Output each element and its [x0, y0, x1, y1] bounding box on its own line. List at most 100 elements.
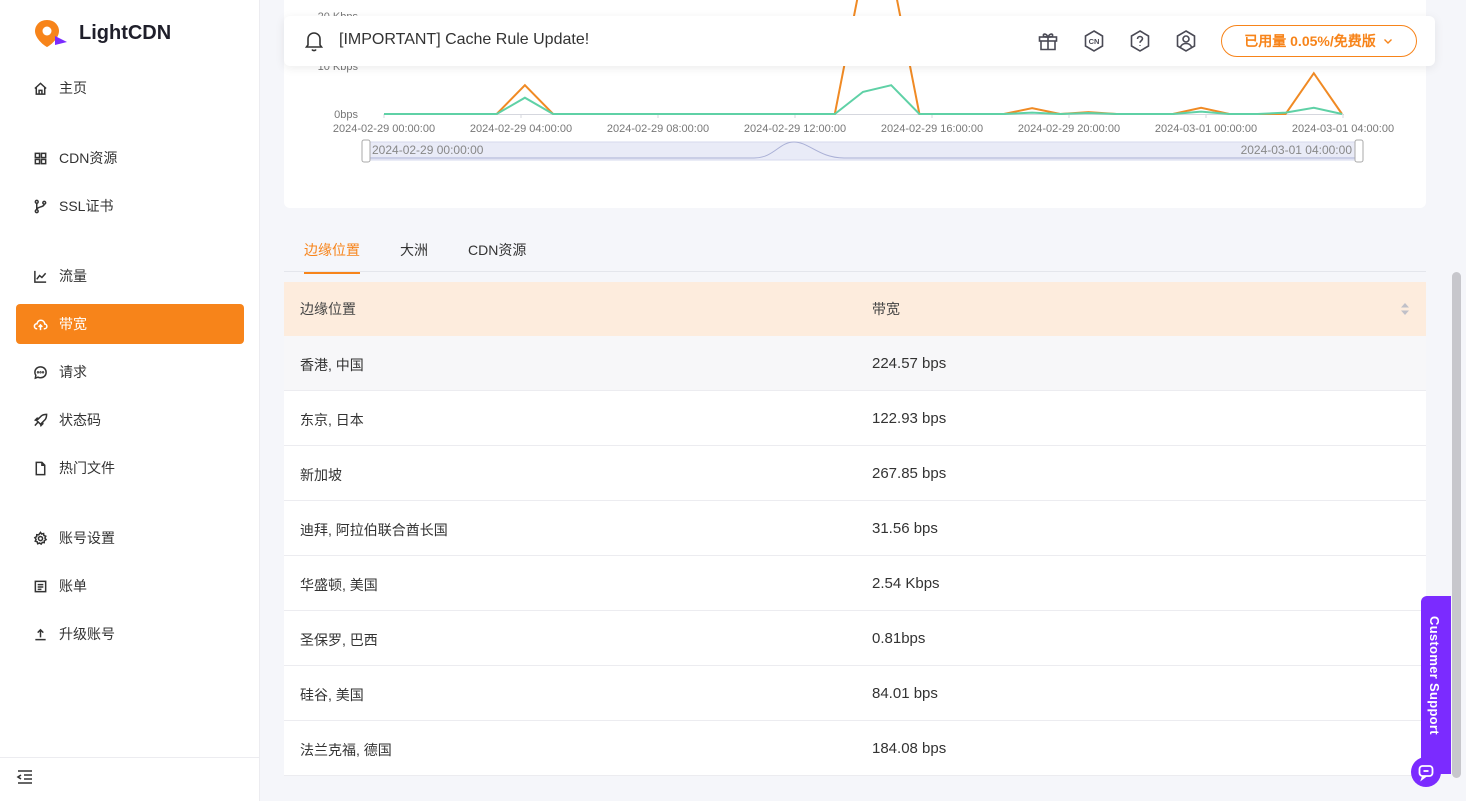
- breakdown-tabs: 边缘位置 大洲 CDN资源: [284, 232, 1426, 274]
- sidebar-item-requests[interactable]: 请求: [16, 352, 244, 392]
- y-tick-label: 0bps: [334, 109, 358, 121]
- sidebar-item-upgrade[interactable]: 升级账号: [16, 614, 244, 654]
- cell-bandwidth: 2.54 Kbps: [872, 575, 940, 592]
- cell-bandwidth: 224.57 bps: [872, 355, 947, 372]
- sidebar-item-label: 升级账号: [59, 626, 115, 642]
- line-chart-icon: [34, 270, 47, 283]
- table-row: 迪拜, 阿拉伯联合酋长国 31.56 bps: [284, 501, 1426, 556]
- sidebar-item-label: 主页: [59, 80, 87, 96]
- sidebar-item-label: 热门文件: [59, 460, 115, 476]
- cell-location: 圣保罗, 巴西: [300, 632, 378, 648]
- table-row: 华盛顿, 美国 2.54 Kbps: [284, 556, 1426, 611]
- help-icon[interactable]: [1128, 29, 1152, 53]
- zoom-range-start-label: 2024-02-29 00:00:00: [372, 143, 484, 157]
- chat-dots-icon: [34, 365, 47, 379]
- sidebar-footer: [0, 757, 260, 801]
- sort-icon[interactable]: [1400, 301, 1410, 317]
- sidebar-item-label: 状态码: [59, 412, 101, 428]
- logo-icon: [35, 20, 67, 47]
- cell-location: 香港, 中国: [300, 357, 364, 373]
- sidebar-item-label: 带宽: [59, 316, 87, 332]
- cell-bandwidth: 84.01 bps: [872, 685, 938, 702]
- cell-location: 硅谷, 美国: [300, 687, 364, 703]
- bell-icon[interactable]: [304, 30, 324, 52]
- logo[interactable]: LightCDN: [33, 18, 171, 48]
- x-tick-label: 2024-02-29 12:00:00: [744, 123, 846, 135]
- sidebar-item-bandwidth[interactable]: 带宽: [16, 304, 244, 344]
- collapse-sidebar-icon[interactable]: [16, 768, 34, 786]
- sidebar-item-label: 请求: [59, 364, 87, 380]
- grid-icon: [34, 152, 47, 164]
- customer-support-label: Customer Support: [1427, 616, 1442, 735]
- sidebar-item-hot-files[interactable]: 热门文件: [16, 448, 244, 488]
- customer-support-tab[interactable]: Customer Support: [1421, 596, 1451, 774]
- zoom-range-end-label: 2024-03-01 04:00:00: [1241, 143, 1353, 157]
- sidebar-item-label: 流量: [59, 268, 87, 284]
- user-account-icon[interactable]: [1174, 29, 1198, 53]
- cell-location: 新加坡: [300, 467, 342, 483]
- sidebar-item-ssl[interactable]: SSL证书: [16, 186, 244, 226]
- gift-icon[interactable]: [1036, 29, 1060, 53]
- sidebar-item-label: 账单: [59, 578, 87, 594]
- sidebar-item-home[interactable]: 主页: [16, 68, 244, 108]
- usage-plan-dropdown[interactable]: 已用量 0.05%/免费版: [1221, 25, 1417, 57]
- usage-plan-label: 已用量 0.05%/免费版: [1244, 33, 1376, 49]
- rocket-icon: [33, 413, 48, 427]
- cell-bandwidth: 122.93 bps: [872, 410, 947, 427]
- x-tick-label: 2024-02-29 20:00:00: [1018, 123, 1120, 135]
- tab-continent[interactable]: 大洲: [400, 240, 428, 272]
- cloud-upload-icon: [33, 319, 48, 330]
- bandwidth-table: 边缘位置 带宽 香港, 中国 224.57 bps 东京, 日本 122.93 …: [284, 282, 1426, 776]
- x-tick-label: 2024-02-29 08:00:00: [607, 123, 709, 135]
- x-tick-label: 2024-02-29 04:00:00: [470, 123, 572, 135]
- cell-location: 东京, 日本: [300, 412, 364, 428]
- tab-edge-location[interactable]: 边缘位置: [304, 240, 360, 274]
- page-scrollbar[interactable]: [1452, 272, 1461, 778]
- tab-cdn-resource[interactable]: CDN资源: [468, 240, 526, 272]
- sidebar-item-status-codes[interactable]: 状态码: [16, 400, 244, 440]
- x-tick-label: 2024-02-29 16:00:00: [881, 123, 983, 135]
- file-icon: [35, 461, 46, 475]
- zoom-handle-right[interactable]: [1354, 139, 1364, 163]
- zoom-slider-track[interactable]: [365, 141, 1360, 161]
- table-row: 东京, 日本 122.93 bps: [284, 391, 1426, 446]
- table-row: 圣保罗, 巴西 0.81bps: [284, 611, 1426, 666]
- zoom-handle-left[interactable]: [361, 139, 371, 163]
- cell-bandwidth: 0.81bps: [872, 630, 926, 647]
- cell-location: 华盛顿, 美国: [300, 577, 378, 593]
- announcement-bar: [IMPORTANT] Cache Rule Update! CN 已用量 0.…: [284, 16, 1435, 66]
- chat-bubble-button[interactable]: [1411, 757, 1441, 787]
- x-tick-label: 2024-03-01 00:00:00: [1155, 123, 1257, 135]
- gear-icon: [33, 530, 48, 545]
- sidebar-item-cdn-resources[interactable]: CDN资源: [16, 138, 244, 178]
- sidebar-item-label: 账号设置: [59, 530, 115, 546]
- upload-icon: [35, 628, 46, 640]
- chat-icon: [1418, 765, 1434, 782]
- cell-location: 迪拜, 阿拉伯联合酋长国: [300, 522, 448, 538]
- cell-location: 法兰克福, 德国: [300, 742, 392, 758]
- branch-icon: [34, 199, 47, 213]
- sidebar-item-traffic[interactable]: 流量: [16, 256, 244, 296]
- receipt-icon: [34, 580, 47, 592]
- announcement-text[interactable]: [IMPORTANT] Cache Rule Update!: [339, 31, 589, 49]
- table-row: 香港, 中国 224.57 bps: [284, 336, 1426, 391]
- brand-name: LightCDN: [79, 21, 172, 44]
- series-line-1: [384, 84, 1343, 116]
- cell-bandwidth: 31.56 bps: [872, 520, 938, 537]
- x-tick-label: 2024-03-01 04:00:00: [1292, 123, 1394, 135]
- column-header-edge-location: 边缘位置: [300, 301, 356, 317]
- table-row: 法兰克福, 德国 184.08 bps: [284, 721, 1426, 776]
- column-header-bandwidth[interactable]: 带宽: [872, 299, 900, 319]
- cell-bandwidth: 184.08 bps: [872, 740, 947, 757]
- sidebar-item-label: CDN资源: [59, 150, 118, 166]
- language-cn-icon[interactable]: CN: [1082, 29, 1106, 53]
- sidebar-item-account-settings[interactable]: 账号设置: [16, 518, 244, 558]
- sidebar-item-label: SSL证书: [59, 198, 114, 214]
- chevron-down-icon: [1383, 39, 1392, 44]
- svg-text:CN: CN: [1089, 37, 1100, 46]
- table-row: 硅谷, 美国 84.01 bps: [284, 666, 1426, 721]
- x-tick-label: 2024-02-29 00:00:00: [333, 123, 435, 135]
- cell-bandwidth: 267.85 bps: [872, 465, 947, 482]
- home-icon: [34, 81, 47, 95]
- sidebar-item-billing[interactable]: 账单: [16, 566, 244, 606]
